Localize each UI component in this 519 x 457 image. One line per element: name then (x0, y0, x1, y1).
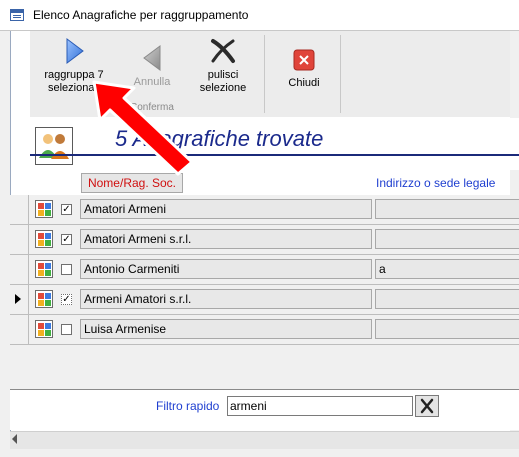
column-header-address: Indirizzo o sede legale (376, 176, 496, 190)
annotation-arrow (92, 80, 194, 176)
ribbon-separator (340, 35, 341, 113)
close-button[interactable]: Chiudi (278, 35, 330, 99)
clear-filter-icon (420, 398, 434, 414)
window-title: Elenco Anagrafiche per raggruppamento (33, 8, 249, 22)
select-checkbox[interactable]: ✓ (61, 294, 72, 305)
details-icon[interactable] (35, 290, 53, 308)
address-field[interactable] (375, 199, 519, 219)
current-record-icon (15, 294, 21, 304)
clear-selection-button[interactable]: pulisci selezione (190, 35, 256, 99)
record-selector-current[interactable] (10, 285, 29, 314)
select-checkbox[interactable]: ✓ (61, 204, 72, 215)
quick-filter-input[interactable] (227, 396, 413, 416)
record-selector[interactable] (10, 255, 29, 284)
details-icon[interactable] (35, 260, 53, 278)
people-icon (35, 127, 73, 165)
select-checkbox[interactable]: ✓ (61, 234, 72, 245)
clear-x-icon (211, 39, 235, 63)
table-row[interactable]: ✓ Amatori Armeni s.r.l. (10, 225, 519, 255)
close-label: Chiudi (288, 77, 320, 89)
table-row[interactable]: Antonio Carmeniti a (10, 255, 519, 285)
select-checkbox[interactable] (61, 264, 72, 275)
clear-filter-button[interactable] (415, 395, 439, 417)
address-field[interactable] (375, 319, 519, 339)
details-icon[interactable] (35, 200, 53, 218)
table-row[interactable]: ✓ Amatori Armeni (10, 195, 519, 225)
details-icon[interactable] (35, 230, 53, 248)
select-checkbox[interactable] (61, 324, 72, 335)
address-field[interactable] (375, 289, 519, 309)
name-field[interactable]: Amatori Armeni (80, 199, 372, 219)
quick-filter-label: Filtro rapido (156, 399, 220, 413)
address-field[interactable]: a (375, 259, 519, 279)
ribbon-separator (264, 35, 265, 113)
record-selector[interactable] (10, 225, 29, 254)
window-bottom-border (0, 449, 519, 457)
form-icon (10, 9, 24, 21)
name-field[interactable]: Amatori Armeni s.r.l. (80, 229, 372, 249)
name-field[interactable]: Antonio Carmeniti (80, 259, 372, 279)
clear-selection-label-2: selezione (199, 82, 247, 94)
table-row[interactable]: ✓ Armeni Amatori s.r.l. (10, 285, 519, 315)
play-left-icon (143, 45, 161, 71)
close-red-icon (293, 49, 315, 71)
table-row[interactable]: Luisa Armenise (10, 315, 519, 345)
name-field[interactable]: Armeni Amatori s.r.l. (80, 289, 372, 309)
address-field[interactable] (375, 229, 519, 249)
play-right-icon (66, 38, 84, 64)
details-icon[interactable] (35, 320, 53, 338)
record-selector[interactable] (10, 195, 29, 224)
scroll-left-icon[interactable] (12, 434, 17, 444)
column-header-name[interactable]: Nome/Rag. Soc. (81, 173, 183, 193)
clear-selection-label-1: pulisci (207, 69, 239, 81)
record-selector[interactable] (10, 315, 29, 344)
name-field[interactable]: Luisa Armenise (80, 319, 372, 339)
horizontal-scrollbar[interactable] (10, 431, 519, 449)
